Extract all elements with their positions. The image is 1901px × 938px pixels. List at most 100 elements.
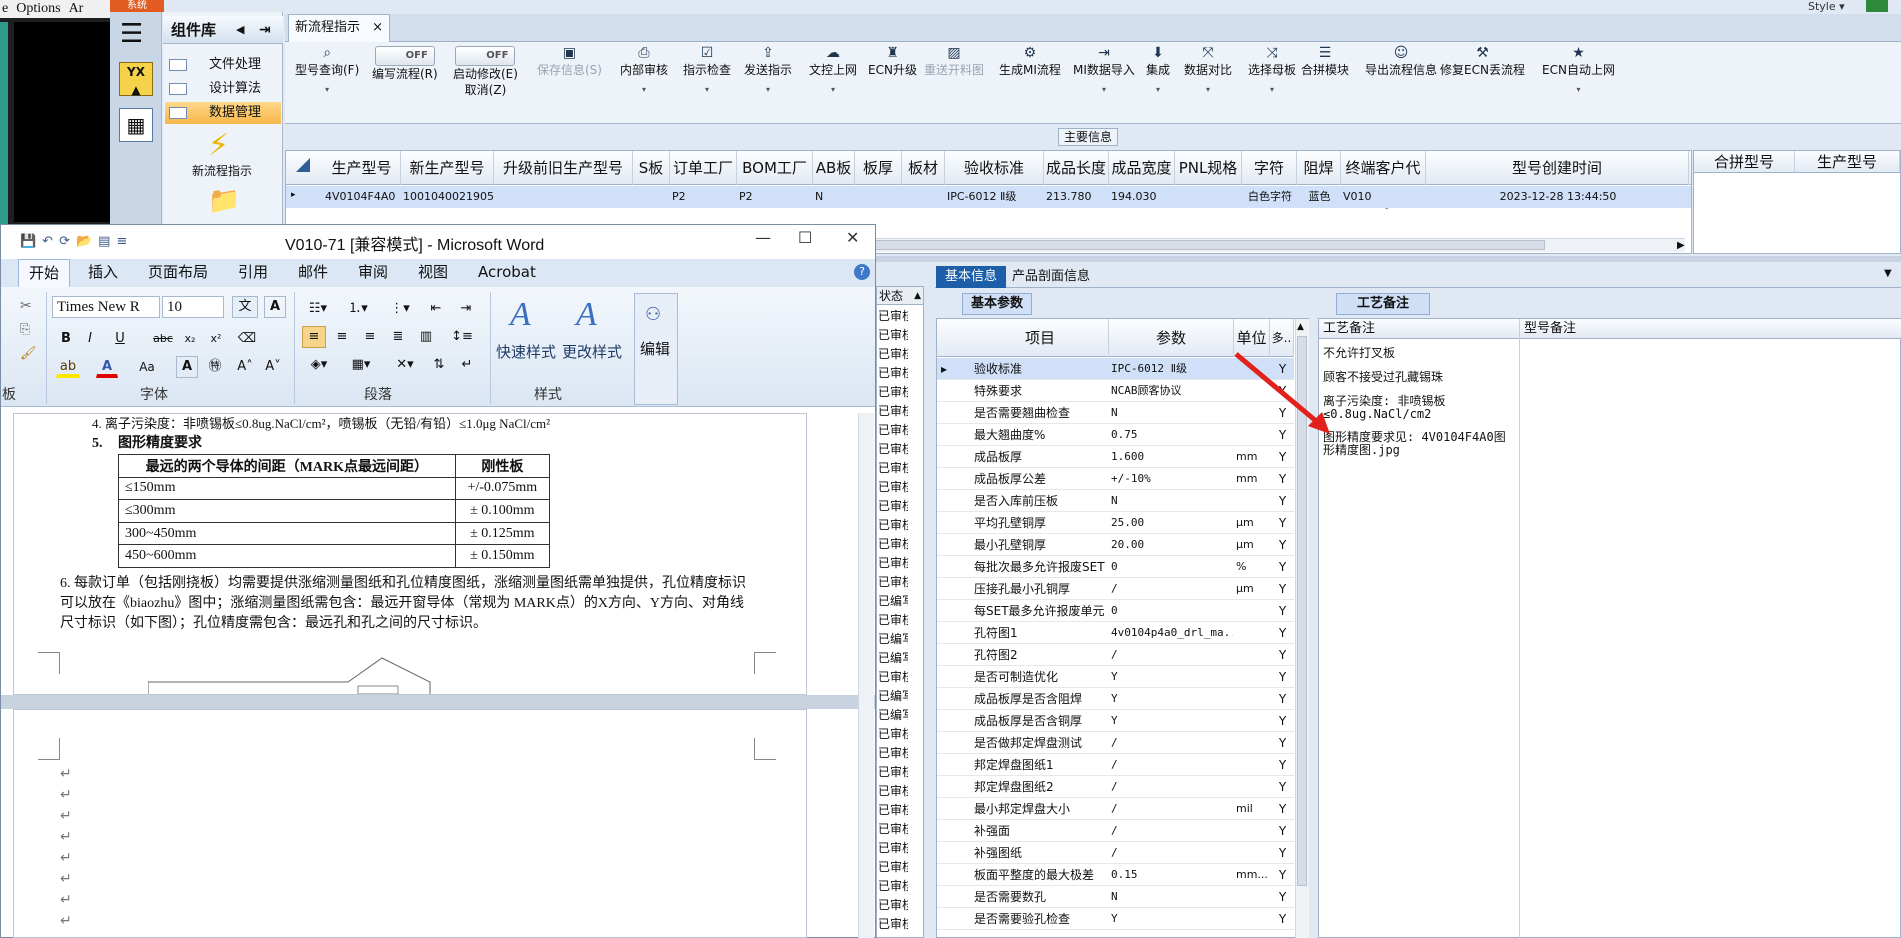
toolbar-button-18[interactable]: ★ ECN自动上网 ▾ [1542,46,1615,98]
strikethrough-button[interactable]: abc [150,328,176,350]
status-item[interactable]: 已审核 [878,535,908,554]
status-item[interactable]: 已编写 [878,649,908,668]
toolbar-button-16[interactable]: ☺ 导出流程信息 [1365,46,1437,78]
status-item[interactable]: 已编写 [878,592,908,611]
folder-icon[interactable]: 📁 [208,186,240,216]
chevron-down-icon[interactable]: ▾ [1184,82,1232,98]
font-name-select[interactable]: Times New R [52,296,160,318]
justify-icon[interactable]: ≣ [386,326,410,348]
superscript-button[interactable]: x² [206,328,226,350]
toolbar-button-5[interactable]: ☑ 指示检查 ▾ [683,46,731,98]
chevron-down-icon[interactable]: ▾ [1542,82,1615,98]
tab-new-flow-indication[interactable]: 新流程指示 × [288,14,390,42]
toolbar-button-17[interactable]: ⚒ 修复ECN丢流程 [1440,46,1525,78]
column-header[interactable]: 升级前旧生产型号 [494,151,633,185]
status-item[interactable]: 已编写 [878,687,908,706]
quick-style-icon[interactable]: A [510,296,531,334]
tab-basic-info[interactable]: 基本信息 [936,266,1006,288]
document-page[interactable] [13,709,807,938]
align-left-icon[interactable]: ≡ [302,326,326,348]
off-toggle[interactable]: OFF [374,46,435,66]
column-header[interactable]: 终端客户代码 [1341,151,1426,211]
toolbar-button-6[interactable]: ⇪ 发送指示 ▾ [744,46,792,98]
toolbar-button-15[interactable]: ☰ 合拼模块 [1301,46,1349,78]
component-item-design-algorithm[interactable]: 设计算法 [165,78,281,100]
maximize-button[interactable]: ☐ [798,228,812,247]
tab-product-profile[interactable]: 产品剖面信息 [1012,266,1090,288]
chevron-down-icon[interactable]: ▾ [295,82,359,98]
column-header[interactable]: 参数 [1109,319,1234,357]
font-color-icon[interactable]: A [96,356,118,378]
multilevel-list-icon[interactable]: ⋮▾ [384,298,416,320]
toolbar-button-0[interactable]: ⌕ 型号查询(F) ▾ [295,46,359,98]
excel-icon[interactable] [1866,0,1888,12]
ribbon-tab-review[interactable]: 审阅 [358,262,388,282]
horizontal-splitter[interactable] [876,256,1901,262]
help-icon[interactable]: ? [854,264,870,280]
change-style-button[interactable]: 更改样式 [562,341,622,362]
status-item[interactable]: 已审核 [878,839,908,858]
hamburger-icon[interactable]: ☰ [120,21,143,47]
status-item[interactable]: 已审核 [878,573,908,592]
toolbar-button-14[interactable]: ⤨ 选择母板 ▾ [1248,46,1296,98]
line-spacing-icon[interactable]: ↕≡ [446,326,478,348]
lightning-icon[interactable]: ⚡ [208,128,229,163]
ribbon-tab-acrobat[interactable]: Acrobat [478,262,536,282]
column-header[interactable]: 板厚 [855,151,902,185]
toolbar-button-4[interactable]: ⎙ 内部审核 ▾ [620,46,668,98]
distribute-icon[interactable]: ▥ [414,326,438,348]
status-item[interactable]: 已审核 [878,383,908,402]
enclose-char-icon[interactable]: ㊕ [204,356,226,378]
column-header[interactable]: 生产型号 [323,151,401,185]
status-item[interactable]: 已审核 [878,326,908,345]
quick-access-toolbar[interactable]: 💾↶⟳📂▤≡ [20,234,133,249]
tab-basic-params[interactable]: 基本参数 [962,293,1032,315]
ribbon-tab-insert[interactable]: 插入 [88,262,118,282]
status-item[interactable]: 已审核 [878,896,908,915]
menu-item-e[interactable]: e [2,0,8,18]
column-header[interactable]: S板 [633,151,670,185]
chevron-down-icon[interactable]: ▼ [1884,268,1892,279]
column-header[interactable]: 验收标准 [945,151,1044,185]
minimize-button[interactable]: — [755,228,771,247]
chevron-down-icon[interactable]: ▾ [620,82,668,98]
toolbar-button-2[interactable]: OFF 启动修改(E) 取消(Z) [453,46,518,98]
status-item[interactable]: 已审核 [878,364,908,383]
change-style-icon[interactable]: A [576,296,597,334]
status-item[interactable]: 已审核 [878,877,908,896]
column-header[interactable]: 成品宽度 [1109,151,1175,185]
column-header[interactable]: BOM工厂 [737,151,813,185]
system-menu-tab[interactable]: 系统 [110,0,164,12]
status-item[interactable]: 已审核 [878,307,908,326]
chevron-left-icon[interactable]: ◀ [236,16,244,44]
bold-button[interactable]: B [56,328,76,350]
chevron-down-icon[interactable]: ▾ [683,82,731,98]
status-item[interactable]: 已审核 [878,421,908,440]
copy-icon[interactable]: ⎘ [20,322,30,337]
status-item[interactable]: 已审核 [878,402,908,421]
scroll-up-icon[interactable]: ▲ [1297,322,1304,332]
new-flow-indication-button[interactable]: 新流程指示 [192,162,252,179]
off-toggle[interactable]: OFF [455,46,516,66]
column-header[interactable]: PNL规格 [1175,151,1242,185]
grow-font-button[interactable]: A˄ [234,356,256,378]
pin-icon[interactable]: ⇥ [259,16,271,44]
column-header[interactable]: 新生产型号 [401,151,494,185]
align-right-icon[interactable]: ≡ [358,326,382,348]
ribbon-tab-view[interactable]: 视图 [418,262,448,282]
status-item[interactable]: 已审核 [878,668,908,687]
status-item[interactable]: 已审核 [878,554,908,573]
cut-icon[interactable]: ✂ [20,298,32,314]
highlight-icon[interactable]: ab [56,356,80,378]
menu-item-ar[interactable]: Ar [69,0,84,18]
quick-style-button[interactable]: 快速样式 [496,341,556,362]
ribbon-tab-references[interactable]: 引用 [238,262,268,282]
column-header[interactable]: 字符 [1242,151,1297,185]
borders-icon[interactable]: ▦▾ [344,354,378,376]
status-header[interactable]: 状态 ▲ [877,287,923,305]
toolbar-button-3[interactable]: ▣ 保存信息(S) [537,46,602,78]
sort-asc-icon[interactable]: ▲ [914,287,921,305]
status-item[interactable]: 已编写 [878,630,908,649]
toolbar-button-9[interactable]: ▨ 重送开料图 [924,46,984,78]
style-dropdown[interactable]: Style ▾ [1808,0,1845,13]
